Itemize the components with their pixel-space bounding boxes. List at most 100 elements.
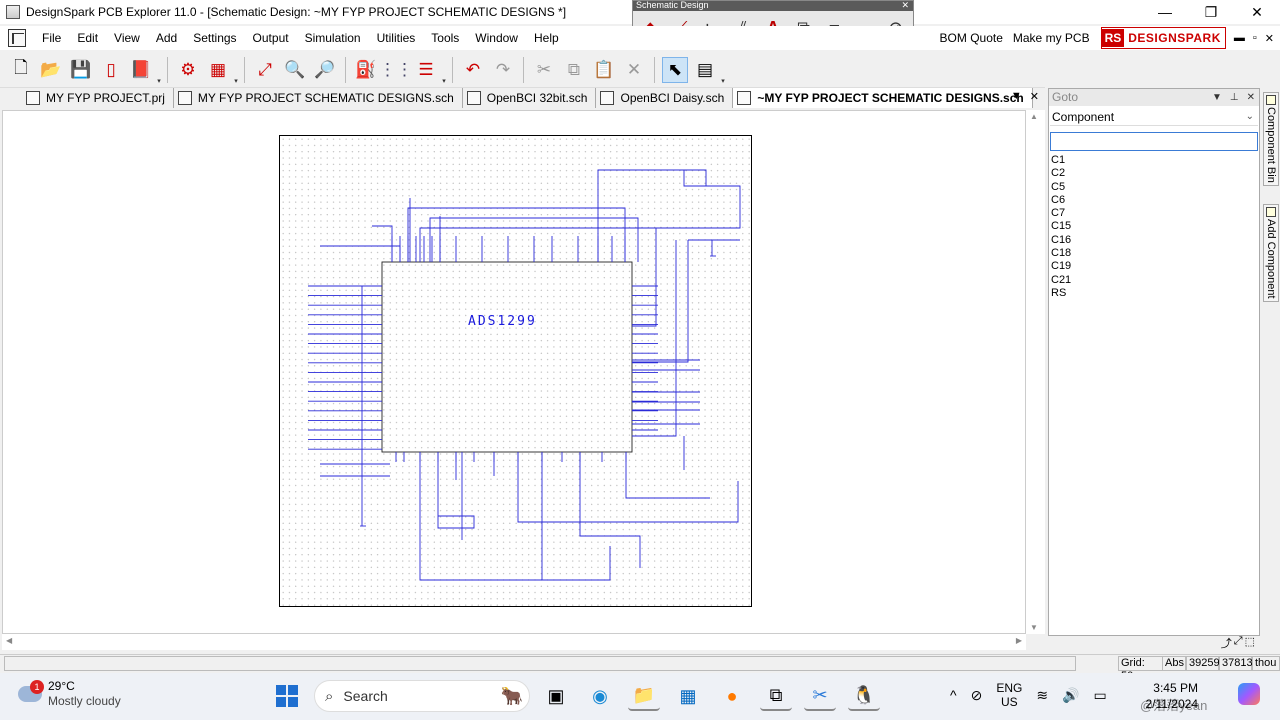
start-button[interactable] <box>276 685 298 707</box>
menu-utilities[interactable]: Utilities <box>369 26 424 50</box>
library-icon[interactable]: 📕 <box>128 57 154 83</box>
tab-close-icon[interactable]: ✕ <box>1030 90 1039 103</box>
menu-window[interactable]: Window <box>467 26 526 50</box>
task-view-icon[interactable]: ▣ <box>540 681 572 711</box>
file-explorer-icon[interactable]: 📁 <box>628 681 660 711</box>
scroll-up-icon[interactable]: ▲ <box>1030 112 1038 121</box>
grid-toggle-icon[interactable]: ⋮⋮ <box>379 57 413 83</box>
tab-component-bin[interactable]: Component Bin <box>1263 92 1279 186</box>
save-icon[interactable]: 💾 <box>68 57 94 83</box>
schematic-canvas[interactable]: ADS1299 <box>2 110 1026 634</box>
copy-icon[interactable]: ⧉ <box>561 57 587 83</box>
scroll-left-icon[interactable]: ◀ <box>6 636 12 645</box>
doc-restore-icon[interactable]: ▫ <box>1253 32 1257 45</box>
goto-select-icon[interactable]: ⬚ <box>1245 635 1255 651</box>
list-item[interactable]: C6 <box>1051 194 1259 207</box>
doc-close-icon[interactable]: ✕ <box>1265 32 1274 45</box>
horizontal-scrollbar[interactable]: ◀ ▶ <box>2 634 1026 650</box>
tab-list-icon[interactable]: ▼ <box>1011 90 1022 103</box>
list-item[interactable]: C7 <box>1051 207 1259 220</box>
tab-openbci-daisy[interactable]: OpenBCI Daisy.sch <box>596 88 734 108</box>
designspark-logo[interactable]: RS DESIGNSPARK <box>1100 27 1226 49</box>
new-file-icon[interactable]: 🗋 <box>8 57 34 83</box>
pin-icon[interactable]: ⊥ <box>1230 89 1239 106</box>
close-button[interactable]: ✕ <box>1234 0 1280 24</box>
list-item[interactable]: C15 <box>1051 220 1259 233</box>
fill-icon[interactable]: ⛽ <box>353 57 379 83</box>
vertical-scrollbar[interactable]: ▲ ▼ <box>1026 110 1045 634</box>
open-file-icon[interactable]: 📂 <box>38 57 64 83</box>
qq-icon[interactable]: 🐧 <box>848 681 880 711</box>
menu-simulation[interactable]: Simulation <box>297 26 369 50</box>
list-item[interactable]: C18 <box>1051 247 1259 260</box>
toolbar-dropdown-icon[interactable]: ▾ <box>720 55 726 85</box>
design-calc-icon[interactable]: ⚙ <box>175 57 201 83</box>
make-my-pcb-link[interactable]: Make my PCB <box>1008 31 1095 45</box>
store-icon[interactable]: ▦ <box>672 681 704 711</box>
interaction-bar-icon[interactable]: ☰ <box>413 57 439 83</box>
menu-file[interactable]: File <box>34 26 69 50</box>
menu-add[interactable]: Add <box>148 26 185 50</box>
undo-icon[interactable]: ↶ <box>460 57 486 83</box>
tab-project[interactable]: MY FYP PROJECT.prj <box>22 88 174 108</box>
cut-icon[interactable]: ✂ <box>531 57 557 83</box>
snipping-tool-icon[interactable]: ✂ <box>804 681 836 711</box>
minimize-button[interactable]: — <box>1142 0 1188 24</box>
paste-icon[interactable]: 📋 <box>591 57 617 83</box>
wifi-icon[interactable]: ≋ <box>1036 687 1048 704</box>
edge-icon[interactable]: ◉ <box>584 681 616 711</box>
volume-icon[interactable]: 🔊 <box>1062 687 1079 704</box>
grid-settings-icon[interactable]: ▦ <box>205 57 231 83</box>
toolbar-dropdown-icon[interactable]: ▾ <box>233 55 239 85</box>
goto-zoom-icon[interactable]: ⤢ <box>1234 635 1243 651</box>
zoom-in-icon[interactable]: 🔍 <box>282 57 308 83</box>
tab-openbci-32bit[interactable]: OpenBCI 32bit.sch <box>463 88 597 108</box>
menu-view[interactable]: View <box>106 26 148 50</box>
doc-minimize-icon[interactable]: ▬ <box>1234 32 1245 45</box>
list-item[interactable]: RS <box>1051 287 1259 300</box>
weather-widget[interactable]: 1 29°C Mostly cloudy <box>18 679 121 709</box>
goto-filter-select[interactable]: Component ⌄ <box>1050 108 1258 126</box>
language-indicator[interactable]: ENG US <box>996 681 1022 709</box>
tab-schematic-designs[interactable]: MY FYP PROJECT SCHEMATIC DESIGNS.sch <box>174 88 463 108</box>
tab-add-component[interactable]: Add Component <box>1263 204 1279 302</box>
network-off-icon[interactable]: ⊘ <box>971 687 983 704</box>
list-item[interactable]: C5 <box>1051 181 1259 194</box>
firefox-icon[interactable]: ● <box>716 681 748 711</box>
document-menu-icon[interactable] <box>8 29 26 47</box>
list-item[interactable]: C2 <box>1051 167 1259 180</box>
copilot-icon[interactable] <box>1238 683 1260 705</box>
bom-quote-link[interactable]: BOM Quote <box>935 31 1008 45</box>
maximize-button[interactable]: ❐ <box>1188 0 1234 24</box>
toolbar-dropdown-icon[interactable]: ▾ <box>156 55 162 85</box>
scroll-right-icon[interactable]: ▶ <box>1016 636 1022 645</box>
menu-output[interactable]: Output <box>245 26 297 50</box>
toolbar-dropdown-icon[interactable]: ▾ <box>441 55 447 85</box>
properties-icon[interactable]: ▤ <box>692 57 718 83</box>
menu-help[interactable]: Help <box>526 26 567 50</box>
delete-icon[interactable]: ✕ <box>621 57 647 83</box>
scroll-down-icon[interactable]: ▼ <box>1030 623 1038 632</box>
zoom-out-icon[interactable]: 🔎 <box>312 57 338 83</box>
zoom-fit-icon[interactable]: ⤢ <box>252 57 278 83</box>
schematic-sheet[interactable]: ADS1299 <box>279 135 752 607</box>
panel-menu-icon[interactable]: ▼ <box>1212 89 1222 106</box>
taskbar-search[interactable]: ⌕ Search 🐂 <box>314 680 530 712</box>
panel-close-icon[interactable]: ✕ <box>1247 89 1255 106</box>
battery-icon[interactable]: ▭ <box>1094 687 1107 704</box>
list-item[interactable]: C19 <box>1051 260 1259 273</box>
goto-search-input[interactable] <box>1050 132 1258 151</box>
menu-settings[interactable]: Settings <box>185 26 244 50</box>
tray-overflow-icon[interactable]: ^ <box>950 687 957 703</box>
redo-icon[interactable]: ↷ <box>490 57 516 83</box>
select-pointer-icon[interactable]: ⬉ <box>662 56 688 83</box>
menu-tools[interactable]: Tools <box>423 26 467 50</box>
list-item[interactable]: C16 <box>1051 234 1259 247</box>
list-item[interactable]: C1 <box>1051 154 1259 167</box>
print-preview-icon[interactable]: ▯ <box>98 57 124 83</box>
schematic-design-toolbar-close[interactable]: ✕ <box>901 1 909 10</box>
menu-edit[interactable]: Edit <box>69 26 106 50</box>
goto-action-icon[interactable]: ⤴ <box>1221 635 1232 651</box>
schematic-design-toolbar-header[interactable]: Schematic Design ✕ <box>633 1 913 11</box>
list-item[interactable]: C21 <box>1051 274 1259 287</box>
